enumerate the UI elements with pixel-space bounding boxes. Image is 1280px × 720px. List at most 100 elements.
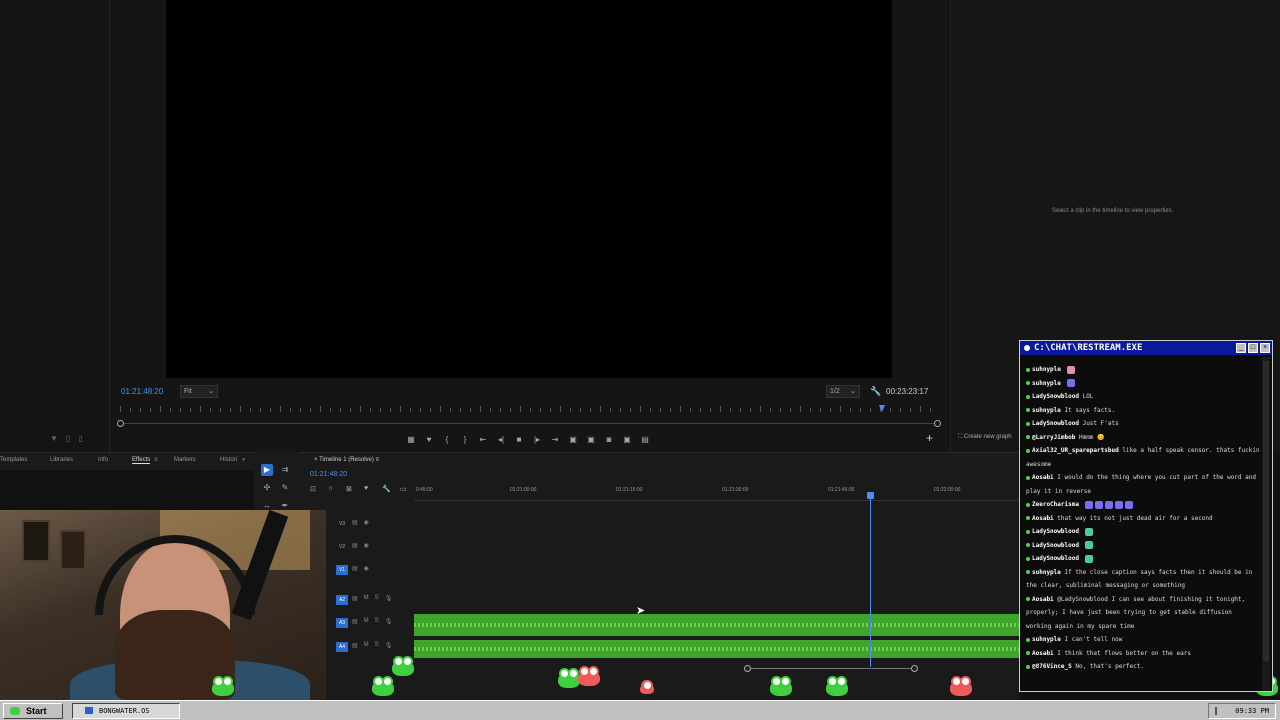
sync-lock-icon[interactable]: ▤	[352, 519, 358, 526]
chat-username[interactable]: suhnyple	[1032, 569, 1065, 576]
chat-username[interactable]: Aosabi	[1032, 474, 1057, 481]
solo-icon[interactable]: S	[375, 642, 379, 649]
track-v2[interactable]: V2 ▤ ◉	[330, 536, 415, 558]
add-button-icon[interactable]: +	[926, 431, 933, 445]
minimize-icon[interactable]: _	[1236, 343, 1246, 353]
sync-lock-icon[interactable]: ▤	[352, 565, 358, 572]
insert-icon[interactable]: ▣	[567, 435, 579, 444]
monitor-ruler[interactable]	[120, 404, 940, 414]
chat-username[interactable]: Aosabi	[1032, 515, 1057, 522]
tab-menu-icon[interactable]: ≡	[154, 457, 158, 463]
track-a2[interactable]: A2 ▤ M S 🎙	[330, 589, 415, 611]
track-a3[interactable]: A3 ▤ M S 🎙	[330, 612, 415, 634]
mute-icon[interactable]: M	[364, 618, 369, 625]
step-back-icon[interactable]: ◂|	[495, 435, 507, 444]
create-graphic-button[interactable]: ⛶ Create new graph	[958, 434, 1012, 441]
filter-icon[interactable]: ▼	[50, 434, 58, 443]
track-a4[interactable]: A4 ▤ M S 🎙	[330, 636, 415, 658]
chat-username[interactable]: LadySnowblood	[1032, 528, 1083, 535]
eye-icon[interactable]: ◉	[364, 565, 369, 572]
close-icon[interactable]: ×	[1260, 343, 1270, 353]
go-to-out-icon[interactable]: ⇥	[549, 435, 561, 444]
eye-icon[interactable]: ◉	[364, 542, 369, 549]
tab-history[interactable]: Histori	[220, 457, 237, 463]
tabs-overflow-icon[interactable]: »	[242, 457, 245, 463]
scrollbar-end-handle[interactable]	[911, 665, 918, 672]
snap-icon[interactable]: ⊡	[310, 485, 316, 493]
chat-username[interactable]: LadySnowblood	[1032, 393, 1083, 400]
mute-icon[interactable]: M	[364, 595, 369, 602]
chat-username[interactable]: Axial32_UR_sparepartsbud	[1032, 447, 1122, 454]
chat-username[interactable]: LadySnowblood	[1032, 542, 1083, 549]
chat-username[interactable]: suhnyple	[1032, 366, 1065, 373]
overwrite-icon[interactable]: ▣	[585, 435, 597, 444]
marker-icon[interactable]: ▦	[405, 435, 417, 444]
menu-icon[interactable]: ≡	[376, 457, 380, 463]
chat-username[interactable]: Aosabi	[1032, 650, 1057, 657]
timeline-tab[interactable]: × Timeline 1 (Resolve) ≡	[314, 457, 379, 463]
playhead-timecode[interactable]: 01:21:48:20	[121, 387, 163, 396]
chat-username[interactable]: suhnyple	[1032, 380, 1065, 387]
close-icon[interactable]: ×	[314, 457, 318, 463]
trash-icon[interactable]: ▯	[78, 434, 82, 443]
timeline-timecode[interactable]: 01:21:48:20	[310, 471, 347, 478]
sync-lock-icon[interactable]: ▤	[352, 595, 358, 602]
razor-tool-icon[interactable]: ✎	[279, 482, 291, 494]
scrub-bar[interactable]	[120, 423, 938, 424]
chat-title-bar[interactable]: C:\CHAT\RESTREAM.EXE	[1020, 341, 1272, 355]
resolution-select[interactable]: 1/2 ⌄	[826, 385, 860, 398]
sync-lock-icon[interactable]: ▤	[352, 642, 358, 649]
track-v1[interactable]: V1 ▤ ◉	[330, 559, 415, 581]
chat-username[interactable]: ZeeroCharisma	[1032, 501, 1083, 508]
add-marker-icon[interactable]: ♥	[423, 435, 435, 444]
solo-icon[interactable]: S	[375, 595, 379, 602]
wrench-icon[interactable]: 🔧	[870, 386, 881, 397]
mark-out-icon[interactable]: }	[459, 435, 471, 444]
tab-templates[interactable]: Templates	[0, 457, 27, 463]
chat-window[interactable]: C:\CHAT\RESTREAM.EXE _ □ × suhnyple suhn…	[1019, 340, 1273, 692]
track-select-tool-icon[interactable]: ⇉	[279, 464, 291, 476]
chat-username[interactable]: @876Vince_S	[1032, 663, 1075, 670]
captions-icon[interactable]: ▭	[400, 485, 407, 493]
chat-username[interactable]: suhnyple	[1032, 407, 1065, 414]
start-button[interactable]: Start	[3, 703, 63, 719]
magnet-icon[interactable]: ∩	[328, 485, 333, 492]
track-v3[interactable]: V3 ▤ ◉	[330, 513, 415, 535]
chat-username[interactable]: Aosabi	[1032, 596, 1057, 603]
tab-effects[interactable]: Effects	[132, 457, 151, 464]
chat-username[interactable]: LadySnowblood	[1032, 555, 1083, 562]
compare-icon[interactable]: ▣	[621, 435, 633, 444]
tab-markers[interactable]: Markers	[174, 457, 196, 463]
chat-username[interactable]: LadySnowblood	[1032, 420, 1083, 427]
go-to-in-icon[interactable]: ⇤	[477, 435, 489, 444]
tab-info[interactable]: Info	[98, 457, 108, 463]
settings-icon[interactable]: ▤	[639, 435, 651, 444]
mute-icon[interactable]: M	[364, 642, 369, 649]
audio-clip-a4[interactable]	[414, 640, 1020, 658]
chat-username[interactable]: @LarryJimbob	[1032, 434, 1079, 441]
camera-icon[interactable]: ◙	[603, 435, 615, 444]
timeline-ruler[interactable]	[414, 495, 1020, 501]
step-forward-icon[interactable]: |▸	[531, 435, 543, 444]
new-item-icon[interactable]: ▯	[66, 434, 70, 443]
timeline-playhead[interactable]	[870, 495, 871, 667]
selection-tool-icon[interactable]: ▶	[261, 464, 273, 476]
solo-icon[interactable]: S	[375, 618, 379, 625]
eye-icon[interactable]: ◉	[364, 519, 369, 526]
timeline-playhead-handle[interactable]	[867, 492, 874, 499]
chat-username[interactable]: suhnyple	[1032, 636, 1065, 643]
add-marker-icon[interactable]: ♥	[364, 485, 368, 492]
wrench-icon[interactable]: 🔧	[382, 485, 391, 493]
stop-icon[interactable]: ■	[513, 435, 525, 444]
audio-clip-a3[interactable]	[414, 614, 1020, 636]
in-point-handle[interactable]	[117, 420, 124, 427]
out-point-handle[interactable]	[934, 420, 941, 427]
zoom-select[interactable]: Fit ⌄	[180, 385, 218, 398]
tab-libraries[interactable]: Libraries	[50, 457, 73, 463]
sync-lock-icon[interactable]: ▤	[352, 618, 358, 625]
linked-icon[interactable]: ⊠	[346, 485, 352, 493]
mark-in-icon[interactable]: {	[441, 435, 453, 444]
mic-icon[interactable]: 🎙	[385, 595, 393, 602]
mic-icon[interactable]: 🎙	[385, 618, 393, 625]
taskbar-item[interactable]: BONGWATER.OS	[72, 703, 180, 719]
